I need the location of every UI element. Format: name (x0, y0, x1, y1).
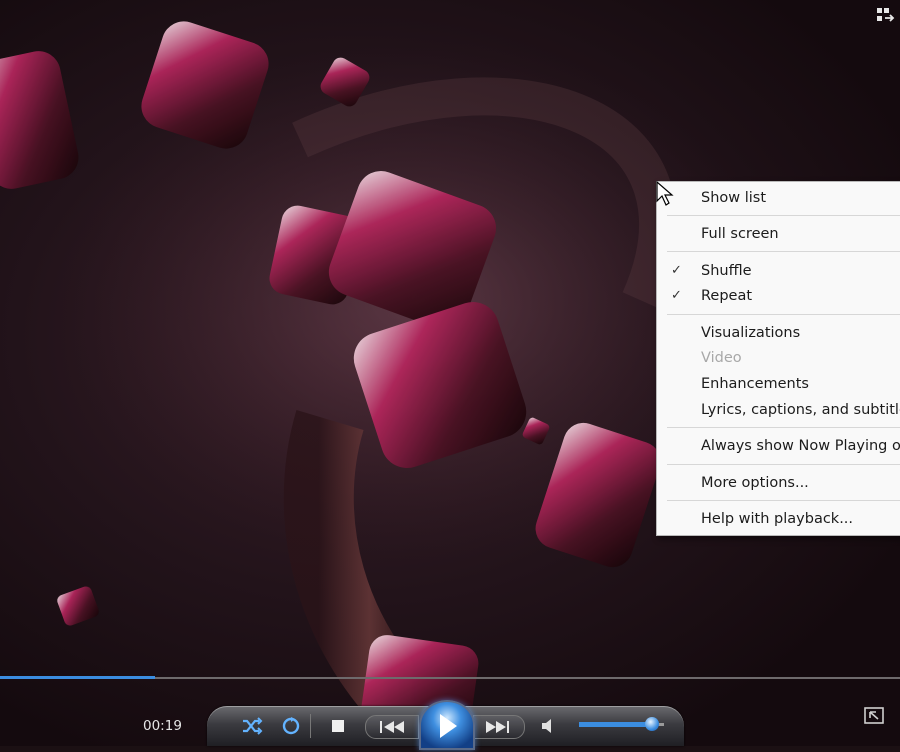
volume-thumb[interactable] (645, 717, 659, 731)
menu-item-visualizations[interactable]: Visualizations (701, 322, 800, 344)
menu-item-full-screen[interactable]: Full screen (701, 223, 779, 245)
previous-icon (380, 721, 404, 733)
menu-item-always-show-now-playing[interactable]: Always show Now Playing on t (701, 435, 900, 457)
menu-item-more-options[interactable]: More options... (701, 472, 809, 494)
menu-separator (667, 464, 900, 465)
menu-separator (667, 314, 900, 315)
switch-to-compact-mode-icon[interactable] (864, 707, 886, 725)
menu-item-repeat[interactable]: Repeat (701, 285, 752, 307)
next-button[interactable] (473, 715, 525, 739)
menu-item-video: Video (701, 350, 742, 366)
shuffle-check-icon: ✓ (671, 263, 682, 278)
menu-separator (667, 500, 900, 501)
previous-button[interactable] (365, 715, 419, 739)
repeat-icon[interactable] (279, 714, 303, 738)
play-icon (440, 714, 457, 738)
next-icon (486, 721, 509, 733)
seek-progress (0, 676, 155, 679)
menu-item-shuffle[interactable]: Shuffle (701, 260, 752, 282)
menu-separator (667, 251, 900, 252)
menu-item-help-with-playback[interactable]: Help with playback... (701, 508, 853, 530)
stop-icon[interactable] (330, 718, 346, 734)
shuffle-icon[interactable] (240, 714, 264, 738)
menu-item-lyrics-captions-subtitles[interactable]: Lyrics, captions, and subtitles (701, 399, 900, 421)
menu-separator (667, 427, 900, 428)
mouse-pointer-icon (656, 181, 674, 206)
menu-item-enhancements[interactable]: Enhancements (701, 373, 809, 395)
current-time: 00:19 (143, 718, 182, 734)
repeat-check-icon: ✓ (671, 288, 682, 303)
menu-separator (667, 215, 900, 216)
menu-item-show-list[interactable]: Show list (701, 187, 766, 209)
play-button[interactable] (419, 700, 475, 750)
context-menu: Show list Full screen ✓ Shuffle ✓ Repeat… (656, 181, 900, 536)
speaker-icon[interactable] (538, 716, 558, 736)
switch-to-library-button[interactable] (876, 6, 896, 24)
volume-level (579, 722, 652, 727)
control-separator (310, 714, 311, 738)
switch-to-library-icon (877, 8, 895, 22)
